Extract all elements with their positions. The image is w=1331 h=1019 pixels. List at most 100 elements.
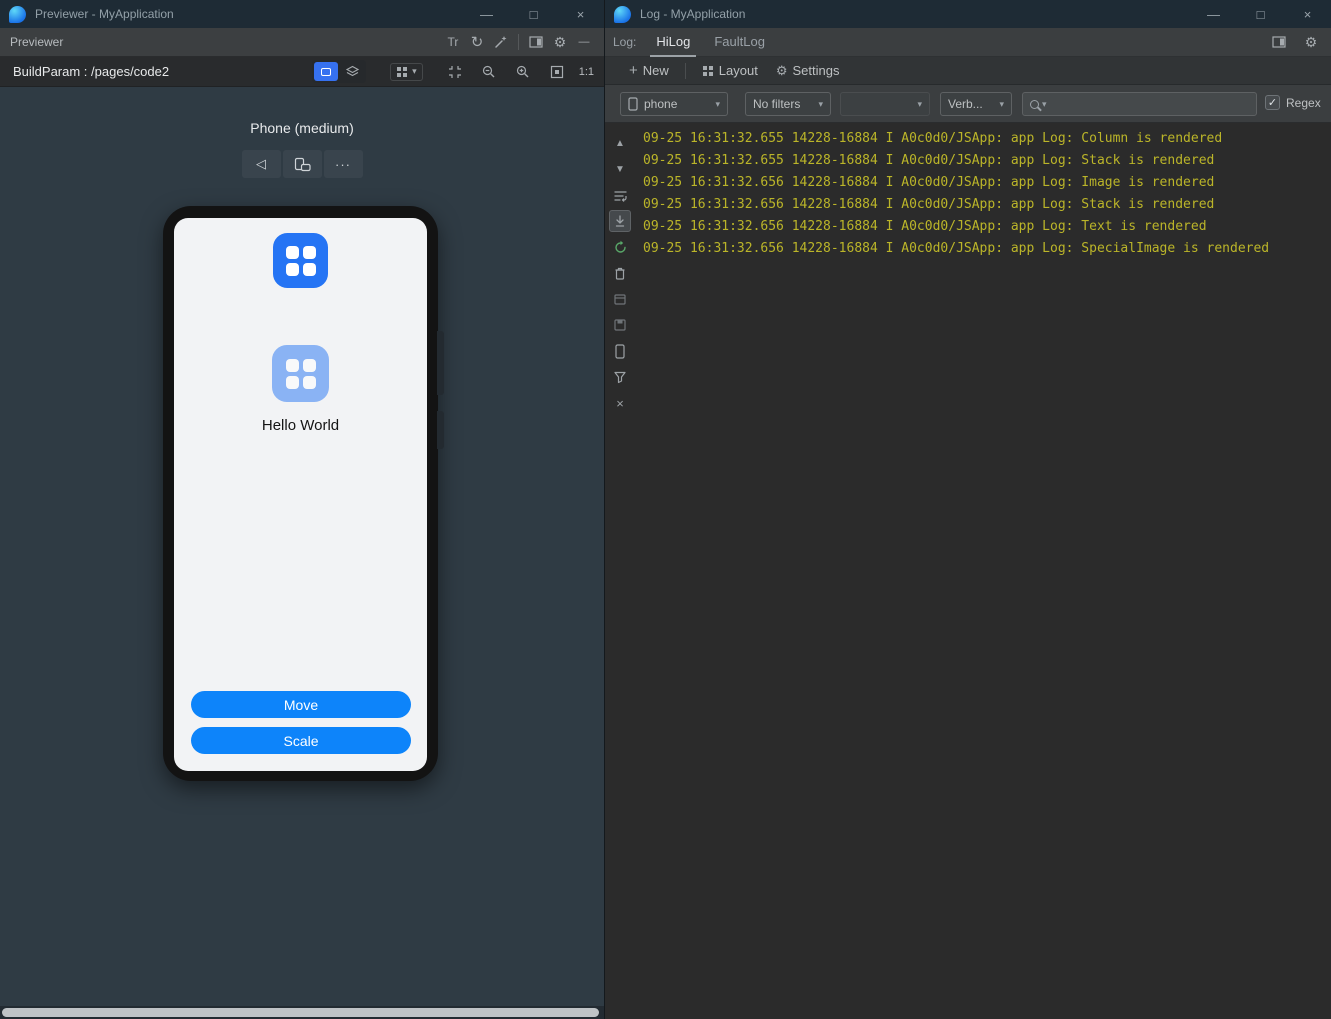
text-tool-icon[interactable]: Tr xyxy=(441,31,465,53)
minimize-button[interactable]: — xyxy=(463,0,510,28)
preview-controls: ◁ ··· xyxy=(0,150,604,178)
trash-glyph xyxy=(615,267,625,280)
panel-icon xyxy=(529,36,543,48)
grid-caret-icon: ▾ xyxy=(412,66,417,76)
previewer-toolbar: Previewer Tr ↻ ⚙ — xyxy=(0,28,604,57)
tab-hilog[interactable]: HiLog xyxy=(650,28,697,57)
maximize-button[interactable]: □ xyxy=(1237,0,1284,28)
frame-select-icon[interactable] xyxy=(443,61,467,83)
layers-toggle[interactable] xyxy=(340,62,364,81)
panel-layout-icon[interactable] xyxy=(524,31,548,53)
move-button[interactable]: Move xyxy=(191,691,411,718)
log-level-select[interactable]: Verb... ▾ xyxy=(940,92,1012,116)
component-preview-toggle[interactable] xyxy=(314,62,339,81)
soft-wrap-glyph xyxy=(613,190,627,202)
settings-button[interactable]: ⚙ Settings xyxy=(770,63,846,79)
archive-glyph xyxy=(614,294,626,305)
settings-gear-icon[interactable]: ⚙ xyxy=(1299,31,1323,53)
scroll-to-end-icon[interactable] xyxy=(609,210,631,232)
tabbar-right-icons: ⚙ xyxy=(1267,31,1323,53)
more-options-button[interactable]: ··· xyxy=(323,150,363,178)
horizontal-scrollbar-thumb[interactable] xyxy=(2,1008,599,1017)
scale-button[interactable]: Scale xyxy=(191,727,411,754)
minimize-button[interactable]: — xyxy=(1190,0,1237,28)
filter-icon[interactable] xyxy=(609,366,631,388)
log-gutter-toolbar: ▲ ▼ × xyxy=(605,124,635,1019)
scroll-to-end-glyph xyxy=(615,215,625,227)
panel-layout-icon[interactable] xyxy=(1267,31,1291,53)
maximize-button[interactable]: □ xyxy=(510,0,557,28)
new-button[interactable]: + New xyxy=(623,62,675,79)
grid-view-button[interactable]: ▾ xyxy=(390,62,423,81)
save-log-icon[interactable] xyxy=(609,314,631,336)
previewer-window-title: Previewer - MyApplication xyxy=(35,7,174,21)
phone-screen: Hello World Move Scale xyxy=(174,218,427,771)
build-param-bar: BuildParam : /pages/code2 ▾ 1:1 xyxy=(0,57,604,87)
log-tab-bar: Log: HiLog FaultLog ⚙ xyxy=(605,28,1331,57)
grid-icon xyxy=(397,66,408,77)
device-select[interactable]: phone ▾ xyxy=(620,92,728,116)
hide-panel-icon[interactable]: — xyxy=(572,31,596,53)
device-log-icon[interactable] xyxy=(609,340,631,362)
layout-label: Layout xyxy=(718,63,758,78)
magnifier-minus-icon xyxy=(482,65,495,77)
zoom-in-icon[interactable] xyxy=(511,61,535,83)
close-button[interactable]: × xyxy=(557,0,604,28)
inspect-wand-icon[interactable] xyxy=(489,31,513,53)
regex-label: Regex xyxy=(1286,95,1321,110)
log-lines: 09-25 16:31:32.655 14228-16884 I A0c0d0/… xyxy=(643,128,1327,260)
zoom-out-icon[interactable] xyxy=(477,61,501,83)
archive-icon[interactable] xyxy=(609,288,631,310)
funnel-glyph xyxy=(614,371,626,384)
log-toolbar: + New Layout ⚙ Settings xyxy=(605,57,1331,85)
toolbar-separator xyxy=(518,34,519,50)
chevron-down-icon: ▾ xyxy=(999,98,1004,109)
settings-gear-icon[interactable]: ⚙ xyxy=(548,31,572,53)
log-line[interactable]: 09-25 16:31:32.656 14228-16884 I A0c0d0/… xyxy=(643,238,1327,260)
device-select-value: phone xyxy=(644,97,678,111)
previewer-toolbar-label: Previewer xyxy=(10,35,64,49)
refresh-icon[interactable]: ↻ xyxy=(465,31,489,53)
process-select[interactable]: ▾ xyxy=(840,92,930,116)
tab-faultlog[interactable]: FaultLog xyxy=(708,28,771,57)
log-line[interactable]: 09-25 16:31:32.656 14228-16884 I A0c0d0/… xyxy=(643,172,1327,194)
log-line[interactable]: 09-25 16:31:32.655 14228-16884 I A0c0d0/… xyxy=(643,150,1327,172)
scroll-up-icon[interactable]: ▲ xyxy=(609,132,631,154)
settings-label: Settings xyxy=(792,63,840,78)
close-button[interactable]: × xyxy=(1284,0,1331,28)
app-image-faded[interactable] xyxy=(272,345,329,402)
layout-button[interactable]: Layout xyxy=(696,63,764,78)
phone-glyph xyxy=(615,343,625,359)
soft-wrap-icon[interactable] xyxy=(609,184,631,206)
save-glyph xyxy=(614,319,626,331)
fit-screen-icon[interactable] xyxy=(545,61,569,83)
buildbar-controls: ▾ 1:1 xyxy=(312,60,594,83)
regex-checkbox[interactable]: ✓ xyxy=(1265,95,1280,110)
log-line[interactable]: 09-25 16:31:32.656 14228-16884 I A0c0d0/… xyxy=(643,194,1327,216)
wand-icon xyxy=(495,36,507,48)
build-param-text: BuildParam : /pages/code2 xyxy=(13,64,170,79)
log-output-area: ▲ ▼ × 09-25 16:31:32.655 14228-16884 I A… xyxy=(605,124,1331,1019)
device-label: Phone (medium) xyxy=(250,120,354,136)
close-panel-icon[interactable]: × xyxy=(609,392,631,414)
magnifier-plus-icon xyxy=(516,65,529,77)
preview-mode-group xyxy=(312,60,367,83)
log-line[interactable]: 09-25 16:31:32.655 14228-16884 I A0c0d0/… xyxy=(643,128,1327,150)
restart-session-icon[interactable] xyxy=(609,236,631,258)
horizontal-scrollbar-track[interactable] xyxy=(0,1006,604,1019)
app-image-glyph xyxy=(272,345,329,402)
clear-log-icon[interactable] xyxy=(609,262,631,284)
log-panel-label: Log: xyxy=(613,35,637,49)
zoom-ratio-button[interactable]: 1:1 xyxy=(579,66,594,78)
filter-select[interactable]: No filters ▾ xyxy=(745,92,831,116)
search-input[interactable]: ▾ xyxy=(1022,92,1257,116)
back-button[interactable]: ◁ xyxy=(241,150,281,178)
app-icon xyxy=(273,233,328,288)
panel-icon xyxy=(1272,36,1286,48)
rotate-device-button[interactable] xyxy=(282,150,322,178)
filter-select-value: No filters xyxy=(753,97,801,111)
gear-icon: ⚙ xyxy=(775,62,788,78)
log-line[interactable]: 09-25 16:31:32.656 14228-16884 I A0c0d0/… xyxy=(643,216,1327,238)
scroll-down-icon[interactable]: ▼ xyxy=(609,158,631,180)
layout-grid-icon xyxy=(702,65,713,76)
